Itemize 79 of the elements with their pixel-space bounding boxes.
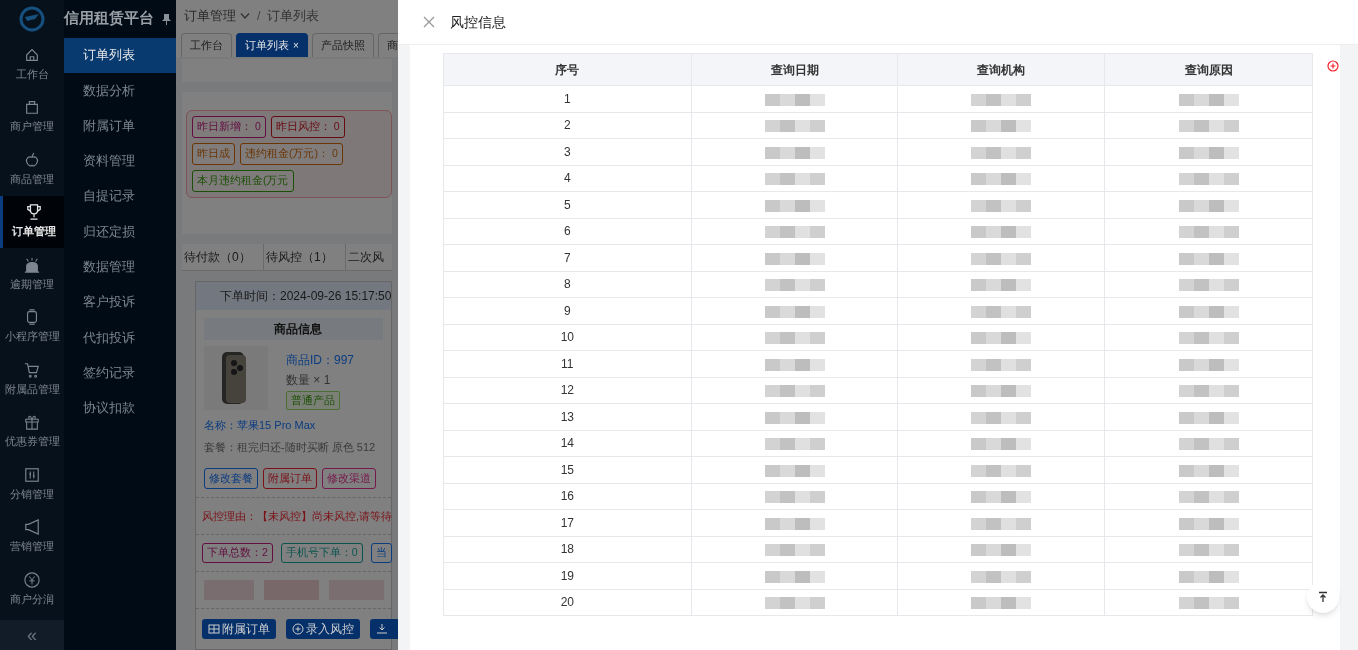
table-cell: 9 xyxy=(443,297,692,324)
table-cell: 5 xyxy=(443,191,692,218)
close-icon[interactable]: × xyxy=(293,37,299,53)
column-header: 查询原因 xyxy=(1104,53,1313,86)
submenu-item[interactable]: 数据分析 xyxy=(64,73,176,109)
breadcrumb-current: 订单列表 xyxy=(267,7,320,25)
action-button[interactable]: 附属订单 xyxy=(263,468,317,489)
table-cell: 11 xyxy=(443,350,692,377)
nav-item[interactable]: 优惠券管理 xyxy=(0,405,64,458)
table-cell: 13 xyxy=(443,403,692,430)
page-tab[interactable]: 订单列表 × xyxy=(236,32,308,57)
column-header: 查询日期 xyxy=(691,53,898,86)
nav-item[interactable]: 商户分润 xyxy=(0,563,64,616)
submenu-item[interactable]: 协议扣款 xyxy=(64,390,176,427)
submenu-item[interactable]: 签约记录 xyxy=(64,355,176,391)
nav-item[interactable]: 商户管理 xyxy=(0,90,64,143)
order-time: 下单时间：2024-09-26 15:17:50 xyxy=(220,288,392,306)
nav-item[interactable]: 营销管理 xyxy=(0,510,64,563)
table-cell: 6 xyxy=(443,218,692,245)
submenu-item[interactable]: 附属订单 xyxy=(64,108,176,144)
stat-tag: 违约租金(万元)： 0 xyxy=(240,143,343,165)
page-tab[interactable]: 工作台 xyxy=(181,32,232,57)
risk-reason: 风控理由：【未风控】尚未风控,请等待 xyxy=(202,509,393,522)
submenu-item[interactable]: 代扣投诉 xyxy=(64,320,176,356)
table-cell: 3 xyxy=(443,138,692,165)
action-button[interactable]: 修改套餐 xyxy=(204,468,258,489)
table-cell: 19 xyxy=(443,562,692,589)
table-cell: 2 xyxy=(443,112,692,139)
submenu-item[interactable]: 自提记录 xyxy=(64,179,176,215)
stat-tag: 昨日新增： 0 xyxy=(192,116,266,139)
table-cell: 14 xyxy=(443,430,692,457)
drawer-title: 风控信息 xyxy=(450,12,506,32)
stat-tag: 本月违约租金(万元 xyxy=(192,169,294,192)
stat-tag: 昨日成 xyxy=(192,143,235,165)
product-tag: 普通产品 xyxy=(286,391,340,410)
submenu-item[interactable]: 客户投诉 xyxy=(64,285,176,321)
stat-tag: 昨日风控： 0 xyxy=(270,116,345,139)
app-title: 信用租赁平台 xyxy=(64,9,154,29)
table-cell: 10 xyxy=(443,324,692,351)
action-button[interactable]: 录入风控 xyxy=(286,619,360,639)
count-tag: 当 xyxy=(370,543,392,563)
breadcrumb-separator: / xyxy=(256,7,262,25)
table-cell: 8 xyxy=(443,271,692,298)
table-cell: 17 xyxy=(443,509,692,536)
nav-item[interactable]: 订单管理 xyxy=(0,195,64,248)
table-cell: 1 xyxy=(443,85,692,112)
page-tab[interactable]: 产品快照 xyxy=(311,32,374,57)
column-header: 序号 xyxy=(443,53,692,86)
table-cell: 12 xyxy=(443,377,692,404)
page-tab[interactable]: 商 xyxy=(377,32,398,57)
table-cell: 18 xyxy=(443,536,692,563)
breadcrumb-link[interactable]: 订单管理 xyxy=(184,6,236,26)
package-text: 套餐：租完归还-随时买断 原色 512 xyxy=(204,440,377,455)
action-button[interactable]: 附属订单 xyxy=(202,619,276,639)
table-cell: 20 xyxy=(443,589,692,616)
nav-item[interactable]: 小程序管理 xyxy=(0,300,64,353)
table-cell: 4 xyxy=(443,165,692,192)
count-tag: 下单总数：2 xyxy=(202,543,273,563)
status-tab[interactable]: 待付款（0） xyxy=(182,243,264,271)
product-id: 商品ID：997 xyxy=(286,352,355,370)
nav-item[interactable]: 分销管理 xyxy=(0,458,64,511)
product-name: 名称：苹果15 Pro Max xyxy=(204,418,317,433)
submenu-item[interactable]: 订单列表 xyxy=(64,38,176,74)
column-header: 查询机构 xyxy=(897,53,1105,86)
nav-item[interactable]: 商品管理 xyxy=(0,143,64,196)
nav-item[interactable]: 工作台 xyxy=(0,38,64,91)
count-tag: 手机号下单：0 xyxy=(280,543,363,563)
submenu-item[interactable]: 资料管理 xyxy=(64,143,176,180)
submenu-item[interactable]: 数据管理 xyxy=(64,249,176,286)
nav-item[interactable]: 逾期管理 xyxy=(0,248,64,301)
nav-item[interactable]: 附属品管理 xyxy=(0,353,64,406)
table-cell: 16 xyxy=(443,483,692,510)
submenu-item[interactable]: 归还定损 xyxy=(64,214,176,250)
table-cell: 7 xyxy=(443,244,692,271)
collapse-button[interactable]: « xyxy=(0,620,64,650)
quantity-text: 数量 × 1 xyxy=(286,372,332,390)
status-tab[interactable]: 待风控（1） xyxy=(264,243,346,271)
table-cell: 15 xyxy=(443,456,692,483)
column-header: 商品信息 xyxy=(274,321,322,339)
